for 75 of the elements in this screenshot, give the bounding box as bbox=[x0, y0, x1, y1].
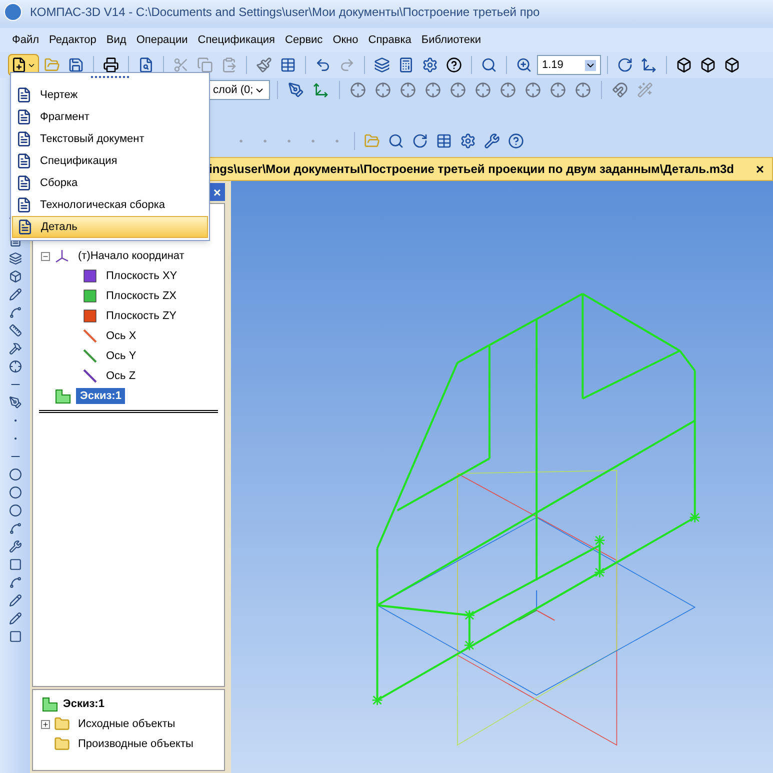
circle-icon[interactable] bbox=[8, 502, 22, 519]
circle-icon[interactable] bbox=[8, 484, 22, 501]
document-icon bbox=[16, 109, 32, 125]
menu-item[interactable]: Окно bbox=[332, 32, 358, 48]
menu-option-label: Чертеж bbox=[40, 88, 78, 103]
plus-icon bbox=[42, 720, 49, 728]
ruler-icon[interactable] bbox=[8, 322, 22, 339]
hammer-icon[interactable] bbox=[8, 340, 22, 357]
pencil-icon[interactable] bbox=[8, 610, 22, 627]
menu-item[interactable]: Редактор bbox=[49, 32, 96, 48]
square-icon[interactable] bbox=[8, 628, 22, 645]
expand-toggle[interactable] bbox=[41, 720, 50, 728]
tree-item[interactable]: Ось X bbox=[102, 328, 140, 344]
menu-option-label: Сборка bbox=[40, 176, 78, 191]
menu-option-label: Технологическая сборка bbox=[40, 198, 165, 213]
menu-option-label: Деталь bbox=[41, 220, 78, 235]
window-title: КОМПАС-3D V14 - C:\Documents and Settings\user\Мои документы\Построение третьей про bbox=[30, 4, 540, 21]
document-icon bbox=[16, 131, 32, 147]
axes-icon bbox=[54, 248, 70, 264]
menu-option[interactable]: Технологическая сборка bbox=[12, 194, 208, 216]
close-button[interactable]: × bbox=[756, 158, 764, 180]
menu-option[interactable]: Текстовый документ bbox=[12, 128, 208, 150]
tree-item[interactable]: Ось Z bbox=[102, 368, 140, 384]
layers-icon[interactable] bbox=[8, 250, 22, 267]
menu-option[interactable]: Фрагмент bbox=[12, 106, 208, 128]
menu-option[interactable]: Деталь bbox=[12, 216, 208, 238]
tree-item[interactable]: Исходные объекты bbox=[74, 716, 180, 732]
menu-item[interactable]: Справка bbox=[368, 32, 412, 48]
crosshair-icon[interactable] bbox=[8, 358, 22, 375]
origin-axes bbox=[518, 590, 556, 621]
caret-icon bbox=[585, 60, 596, 70]
new-file-icon bbox=[11, 57, 27, 73]
zoom-field[interactable]: 1.19 bbox=[537, 55, 601, 75]
menu-option-label: Текстовый документ bbox=[40, 132, 144, 147]
wrench-icon[interactable] bbox=[8, 538, 22, 555]
curve-icon[interactable] bbox=[8, 574, 22, 591]
tree-item[interactable]: Ось Y bbox=[102, 348, 140, 364]
pencil-icon[interactable] bbox=[8, 286, 22, 303]
menu-item[interactable]: Сервис bbox=[285, 32, 323, 48]
tree-item[interactable]: Плоскость ZX bbox=[102, 288, 181, 304]
tree-item[interactable]: Плоскость ZY bbox=[102, 308, 181, 324]
sketch-icon bbox=[54, 388, 72, 404]
menu-item[interactable]: Операции bbox=[136, 32, 188, 48]
document-icon bbox=[17, 219, 33, 235]
pencil-icon[interactable] bbox=[8, 592, 22, 609]
tree-title: Эскиз:1 bbox=[63, 696, 104, 712]
layer-field[interactable]: слой (0; bbox=[208, 80, 270, 100]
collapse-toggle[interactable] bbox=[41, 252, 50, 260]
menu-item[interactable]: Файл bbox=[12, 32, 40, 48]
close-button[interactable]: × bbox=[209, 183, 225, 201]
circle-icon[interactable] bbox=[8, 466, 22, 483]
square-icon[interactable] bbox=[8, 556, 22, 573]
tree-item[interactable]: Плоскость XY bbox=[102, 268, 182, 284]
folder-icon bbox=[54, 716, 70, 732]
menu-option[interactable]: Чертеж bbox=[12, 84, 208, 106]
menu-option-label: Спецификация bbox=[40, 154, 118, 169]
menu-item[interactable]: Спецификация bbox=[198, 32, 276, 48]
menu-option-label: Фрагмент bbox=[40, 110, 90, 125]
tree-item[interactable]: Эскиз:1 bbox=[76, 388, 126, 404]
folder-icon bbox=[54, 736, 70, 752]
sketch-icon bbox=[41, 696, 59, 712]
tree-item[interactable]: (т)Начало координат bbox=[74, 248, 188, 264]
document-icon bbox=[16, 87, 32, 103]
cube-icon[interactable] bbox=[8, 268, 22, 285]
document-icon bbox=[16, 175, 32, 191]
menu-item[interactable]: Вид bbox=[106, 32, 126, 48]
document-icon bbox=[16, 153, 32, 169]
curve-icon[interactable] bbox=[8, 304, 22, 321]
app-logo-icon bbox=[4, 3, 22, 21]
menu-item[interactable]: Библиотеки bbox=[421, 32, 482, 48]
tree-item[interactable]: Производные объекты bbox=[74, 736, 198, 752]
document-path: ings\user\Мои документы\Построение третьей проекции по двум заданным\Деталь.m3d bbox=[209, 161, 734, 178]
document-icon bbox=[16, 197, 32, 213]
pen-icon[interactable] bbox=[8, 394, 22, 411]
curve-icon[interactable] bbox=[8, 520, 22, 537]
